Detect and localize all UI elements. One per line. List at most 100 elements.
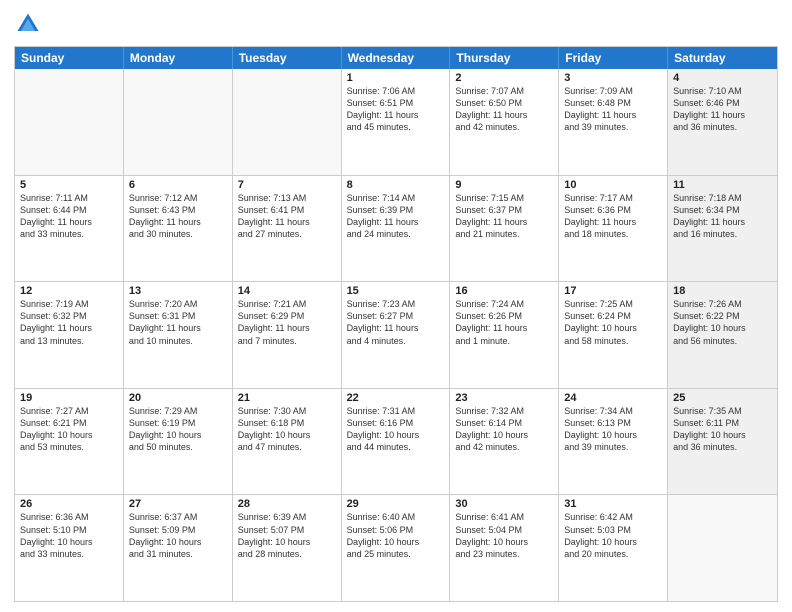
header-cell-wednesday: Wednesday (342, 47, 451, 69)
day-cell-12: 12Sunrise: 7:19 AMSunset: 6:32 PMDayligh… (15, 282, 124, 388)
day-number: 31 (564, 498, 662, 510)
header-cell-tuesday: Tuesday (233, 47, 342, 69)
day-info: Sunrise: 7:25 AMSunset: 6:24 PMDaylight:… (564, 298, 662, 347)
empty-cell-0-1 (124, 69, 233, 175)
day-number: 14 (238, 285, 336, 297)
calendar-row-5: 26Sunrise: 6:36 AMSunset: 5:10 PMDayligh… (15, 494, 777, 601)
page: SundayMondayTuesdayWednesdayThursdayFrid… (0, 0, 792, 612)
empty-cell-4-6 (668, 495, 777, 601)
header-cell-thursday: Thursday (450, 47, 559, 69)
day-number: 18 (673, 285, 772, 297)
calendar-row-3: 12Sunrise: 7:19 AMSunset: 6:32 PMDayligh… (15, 281, 777, 388)
day-info: Sunrise: 6:41 AMSunset: 5:04 PMDaylight:… (455, 511, 553, 560)
day-number: 21 (238, 392, 336, 404)
day-cell-7: 7Sunrise: 7:13 AMSunset: 6:41 PMDaylight… (233, 176, 342, 282)
day-cell-23: 23Sunrise: 7:32 AMSunset: 6:14 PMDayligh… (450, 389, 559, 495)
day-number: 17 (564, 285, 662, 297)
day-cell-10: 10Sunrise: 7:17 AMSunset: 6:36 PMDayligh… (559, 176, 668, 282)
day-number: 20 (129, 392, 227, 404)
day-info: Sunrise: 7:32 AMSunset: 6:14 PMDaylight:… (455, 405, 553, 454)
day-number: 24 (564, 392, 662, 404)
day-cell-18: 18Sunrise: 7:26 AMSunset: 6:22 PMDayligh… (668, 282, 777, 388)
day-number: 6 (129, 179, 227, 191)
day-number: 16 (455, 285, 553, 297)
day-cell-2: 2Sunrise: 7:07 AMSunset: 6:50 PMDaylight… (450, 69, 559, 175)
day-cell-26: 26Sunrise: 6:36 AMSunset: 5:10 PMDayligh… (15, 495, 124, 601)
day-number: 11 (673, 179, 772, 191)
day-cell-19: 19Sunrise: 7:27 AMSunset: 6:21 PMDayligh… (15, 389, 124, 495)
header (14, 10, 778, 38)
day-number: 9 (455, 179, 553, 191)
day-cell-14: 14Sunrise: 7:21 AMSunset: 6:29 PMDayligh… (233, 282, 342, 388)
day-info: Sunrise: 7:13 AMSunset: 6:41 PMDaylight:… (238, 192, 336, 241)
logo-icon (14, 10, 42, 38)
empty-cell-0-0 (15, 69, 124, 175)
day-info: Sunrise: 6:37 AMSunset: 5:09 PMDaylight:… (129, 511, 227, 560)
day-cell-29: 29Sunrise: 6:40 AMSunset: 5:06 PMDayligh… (342, 495, 451, 601)
day-number: 25 (673, 392, 772, 404)
day-info: Sunrise: 7:07 AMSunset: 6:50 PMDaylight:… (455, 85, 553, 134)
day-info: Sunrise: 7:12 AMSunset: 6:43 PMDaylight:… (129, 192, 227, 241)
day-number: 19 (20, 392, 118, 404)
day-info: Sunrise: 7:23 AMSunset: 6:27 PMDaylight:… (347, 298, 445, 347)
day-info: Sunrise: 7:31 AMSunset: 6:16 PMDaylight:… (347, 405, 445, 454)
day-info: Sunrise: 7:24 AMSunset: 6:26 PMDaylight:… (455, 298, 553, 347)
day-cell-28: 28Sunrise: 6:39 AMSunset: 5:07 PMDayligh… (233, 495, 342, 601)
day-number: 23 (455, 392, 553, 404)
day-number: 22 (347, 392, 445, 404)
day-info: Sunrise: 7:15 AMSunset: 6:37 PMDaylight:… (455, 192, 553, 241)
day-cell-3: 3Sunrise: 7:09 AMSunset: 6:48 PMDaylight… (559, 69, 668, 175)
day-number: 4 (673, 72, 772, 84)
day-cell-1: 1Sunrise: 7:06 AMSunset: 6:51 PMDaylight… (342, 69, 451, 175)
day-cell-25: 25Sunrise: 7:35 AMSunset: 6:11 PMDayligh… (668, 389, 777, 495)
day-cell-13: 13Sunrise: 7:20 AMSunset: 6:31 PMDayligh… (124, 282, 233, 388)
day-cell-21: 21Sunrise: 7:30 AMSunset: 6:18 PMDayligh… (233, 389, 342, 495)
day-cell-27: 27Sunrise: 6:37 AMSunset: 5:09 PMDayligh… (124, 495, 233, 601)
day-info: Sunrise: 7:21 AMSunset: 6:29 PMDaylight:… (238, 298, 336, 347)
day-cell-5: 5Sunrise: 7:11 AMSunset: 6:44 PMDaylight… (15, 176, 124, 282)
day-cell-16: 16Sunrise: 7:24 AMSunset: 6:26 PMDayligh… (450, 282, 559, 388)
header-cell-saturday: Saturday (668, 47, 777, 69)
day-info: Sunrise: 6:42 AMSunset: 5:03 PMDaylight:… (564, 511, 662, 560)
day-info: Sunrise: 7:18 AMSunset: 6:34 PMDaylight:… (673, 192, 772, 241)
day-info: Sunrise: 6:39 AMSunset: 5:07 PMDaylight:… (238, 511, 336, 560)
day-cell-17: 17Sunrise: 7:25 AMSunset: 6:24 PMDayligh… (559, 282, 668, 388)
day-number: 29 (347, 498, 445, 510)
calendar-body: 1Sunrise: 7:06 AMSunset: 6:51 PMDaylight… (15, 69, 777, 601)
calendar-row-4: 19Sunrise: 7:27 AMSunset: 6:21 PMDayligh… (15, 388, 777, 495)
day-info: Sunrise: 7:35 AMSunset: 6:11 PMDaylight:… (673, 405, 772, 454)
calendar-row-1: 1Sunrise: 7:06 AMSunset: 6:51 PMDaylight… (15, 69, 777, 175)
day-number: 1 (347, 72, 445, 84)
day-info: Sunrise: 7:29 AMSunset: 6:19 PMDaylight:… (129, 405, 227, 454)
day-cell-15: 15Sunrise: 7:23 AMSunset: 6:27 PMDayligh… (342, 282, 451, 388)
day-number: 10 (564, 179, 662, 191)
day-cell-6: 6Sunrise: 7:12 AMSunset: 6:43 PMDaylight… (124, 176, 233, 282)
day-info: Sunrise: 7:09 AMSunset: 6:48 PMDaylight:… (564, 85, 662, 134)
day-info: Sunrise: 7:30 AMSunset: 6:18 PMDaylight:… (238, 405, 336, 454)
day-info: Sunrise: 7:10 AMSunset: 6:46 PMDaylight:… (673, 85, 772, 134)
empty-cell-0-2 (233, 69, 342, 175)
day-number: 8 (347, 179, 445, 191)
day-cell-24: 24Sunrise: 7:34 AMSunset: 6:13 PMDayligh… (559, 389, 668, 495)
day-number: 26 (20, 498, 118, 510)
day-number: 30 (455, 498, 553, 510)
calendar-row-2: 5Sunrise: 7:11 AMSunset: 6:44 PMDaylight… (15, 175, 777, 282)
logo (14, 10, 46, 38)
day-info: Sunrise: 7:06 AMSunset: 6:51 PMDaylight:… (347, 85, 445, 134)
day-cell-22: 22Sunrise: 7:31 AMSunset: 6:16 PMDayligh… (342, 389, 451, 495)
day-number: 12 (20, 285, 118, 297)
calendar: SundayMondayTuesdayWednesdayThursdayFrid… (14, 46, 778, 602)
day-number: 2 (455, 72, 553, 84)
day-cell-30: 30Sunrise: 6:41 AMSunset: 5:04 PMDayligh… (450, 495, 559, 601)
day-cell-31: 31Sunrise: 6:42 AMSunset: 5:03 PMDayligh… (559, 495, 668, 601)
day-number: 7 (238, 179, 336, 191)
day-cell-9: 9Sunrise: 7:15 AMSunset: 6:37 PMDaylight… (450, 176, 559, 282)
day-info: Sunrise: 7:26 AMSunset: 6:22 PMDaylight:… (673, 298, 772, 347)
day-number: 28 (238, 498, 336, 510)
day-number: 15 (347, 285, 445, 297)
header-cell-friday: Friday (559, 47, 668, 69)
day-info: Sunrise: 7:34 AMSunset: 6:13 PMDaylight:… (564, 405, 662, 454)
day-number: 13 (129, 285, 227, 297)
day-number: 3 (564, 72, 662, 84)
day-number: 5 (20, 179, 118, 191)
